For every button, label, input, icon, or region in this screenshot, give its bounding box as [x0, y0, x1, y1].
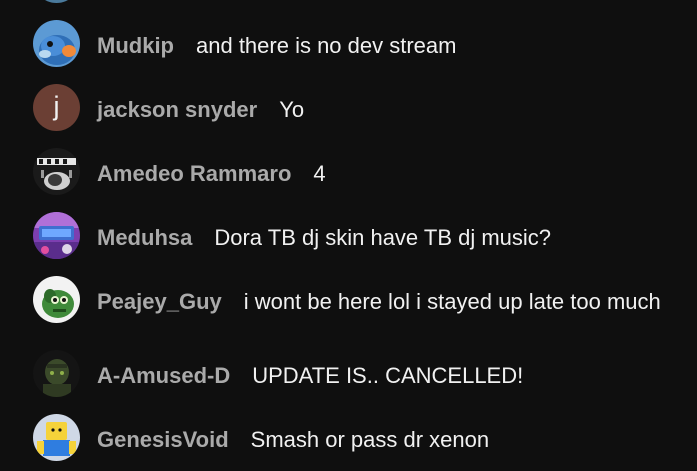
- amedeo-avatar[interactable]: [33, 148, 80, 195]
- author-name[interactable]: Meduhsa: [97, 225, 192, 250]
- chat-message-line: Amedeo Rammaro 4: [97, 160, 683, 187]
- letter-avatar[interactable]: j: [33, 84, 80, 131]
- author-name[interactable]: Amedeo Rammaro: [97, 161, 291, 186]
- message-text: UPDATE IS.. CANCELLED!: [252, 363, 524, 388]
- message-text: 4: [313, 161, 326, 186]
- genesis-avatar[interactable]: [33, 414, 80, 461]
- live-chat-list: Mudkip and there is no dev stream j jacks…: [0, 0, 697, 471]
- chat-message-line: jackson snyder Yo: [97, 96, 683, 123]
- meduhsa-avatar[interactable]: [33, 212, 80, 259]
- avatar-letter: j: [53, 91, 60, 121]
- message-text: Yo: [279, 97, 305, 122]
- chat-message-line: A-Amused-D UPDATE IS.. CANCELLED!: [97, 362, 683, 389]
- message-text: i wont be here lol i stayed up late too …: [243, 289, 661, 314]
- author-name[interactable]: GenesisVoid: [97, 427, 229, 452]
- author-name[interactable]: Peajey_Guy: [97, 289, 222, 314]
- message-text: Smash or pass dr xenon: [250, 427, 490, 452]
- avatar[interactable]: [33, 0, 80, 3]
- author-name[interactable]: A-Amused-D: [97, 363, 230, 388]
- message-text: Dora TB dj skin have TB dj music?: [214, 225, 552, 250]
- chat-message-line: Peajey_Guy i wont be here lol i stayed up…: [97, 288, 683, 315]
- author-name[interactable]: Mudkip: [97, 33, 174, 58]
- chat-message-line: GenesisVoid Smash or pass dr xenon: [97, 426, 683, 453]
- mudkip-avatar[interactable]: [33, 20, 80, 67]
- message-text: and there is no dev stream: [196, 33, 457, 58]
- author-name[interactable]: jackson snyder: [97, 97, 257, 122]
- chat-message-line: Mudkip and there is no dev stream: [97, 32, 683, 59]
- peajey-avatar[interactable]: [33, 276, 80, 323]
- amused-avatar[interactable]: [33, 350, 80, 397]
- chat-message-line: Meduhsa Dora TB dj skin have TB dj music?: [97, 224, 683, 251]
